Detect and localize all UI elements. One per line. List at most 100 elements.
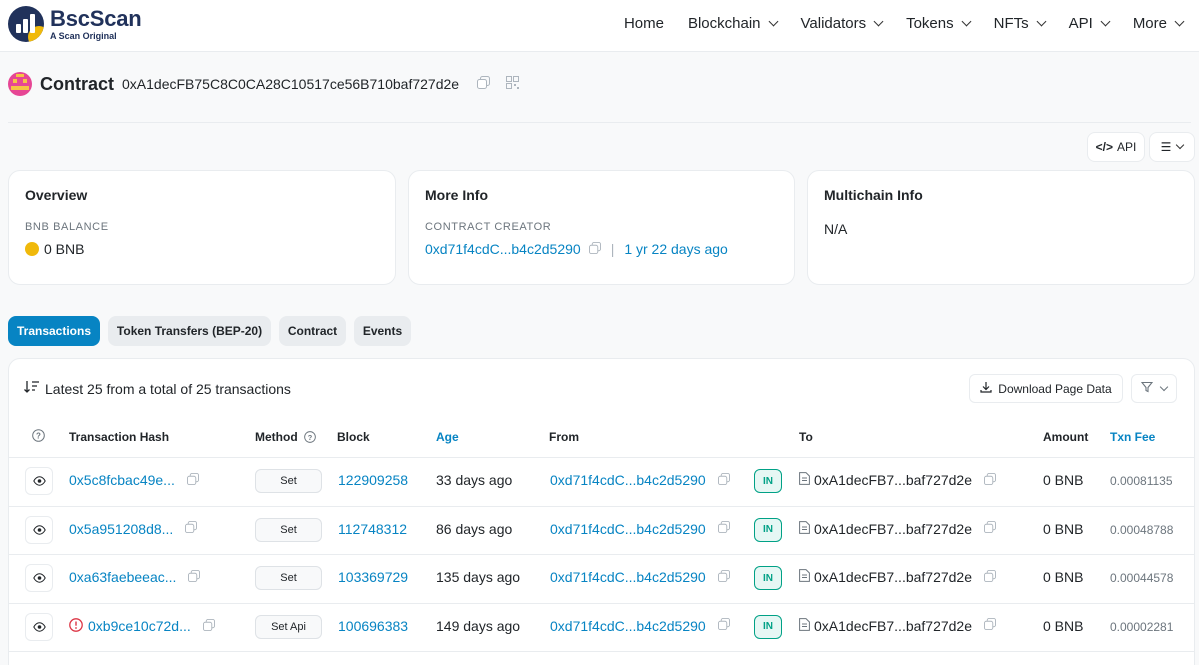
copy-icon[interactable] — [717, 472, 730, 488]
nav-api[interactable]: API — [1069, 15, 1111, 32]
to-address[interactable]: 0xA1decFB7...baf727d2e — [814, 521, 972, 537]
col-amount: Amount — [1043, 430, 1089, 444]
tx-preview-button[interactable] — [25, 515, 53, 544]
tx-hash-link[interactable]: 0x5a951208d8... — [69, 521, 173, 537]
copy-icon[interactable] — [717, 521, 730, 536]
filter-button[interactable] — [1131, 374, 1177, 403]
error-icon — [69, 617, 83, 635]
nav-tokens[interactable]: Tokens — [906, 14, 972, 32]
info-icon[interactable]: ? — [304, 431, 316, 443]
method-badge: Set — [255, 469, 322, 493]
nav-validators[interactable]: Validators — [801, 15, 884, 32]
nav-tokens-label: Tokens — [906, 14, 954, 32]
balance-value: 0 BNB — [44, 241, 85, 257]
multichain-card: Multichain Info N/A — [807, 170, 1195, 285]
options-menu-button[interactable]: ☰ — [1149, 132, 1195, 162]
svg-text:?: ? — [308, 433, 313, 442]
contract-address: 0xA1decFB75C8C0CA28C10517ce56B710baf727d… — [122, 76, 460, 92]
divider — [8, 122, 1191, 123]
block-link[interactable]: 103369729 — [338, 569, 408, 585]
col-method: Method ? — [255, 430, 316, 444]
eye-icon — [32, 573, 46, 583]
balance-row: 0 BNB — [25, 241, 379, 257]
divider — [9, 651, 1194, 652]
copy-icon[interactable] — [185, 521, 198, 536]
from-address-link[interactable]: 0xd71f4cdC...b4c2d5290 — [550, 618, 706, 634]
bscscan-logo[interactable]: BscScan A Scan Original — [8, 6, 142, 42]
nav-blockchain-label: Blockchain — [687, 14, 761, 32]
copy-icon[interactable] — [477, 76, 491, 92]
block-link[interactable]: 100696383 — [338, 618, 408, 634]
tx-preview-button[interactable] — [25, 564, 53, 592]
to-address[interactable]: 0xA1decFB7...baf727d2e — [814, 472, 972, 488]
age-text: 149 days ago — [436, 617, 521, 634]
tab-transactions[interactable]: Transactions — [8, 316, 100, 346]
from-cell: 0xd71f4cdC...b4c2d5290 — [550, 521, 730, 537]
nav-more[interactable]: More — [1132, 14, 1185, 32]
copy-icon[interactable] — [588, 241, 601, 257]
copy-icon[interactable] — [984, 472, 997, 488]
brand-name: BscScan — [50, 5, 142, 31]
block-link[interactable]: 112748312 — [338, 521, 407, 537]
amount-text: 0 BNB — [1043, 569, 1084, 585]
col-txn-fee[interactable]: Txn Fee — [1110, 430, 1155, 444]
col-age[interactable]: Age — [436, 430, 459, 444]
copy-icon[interactable] — [202, 618, 215, 634]
block-link[interactable]: 122909258 — [338, 472, 408, 488]
sort-icon[interactable] — [24, 380, 40, 397]
age-text: 86 days ago — [436, 520, 513, 537]
qr-code-icon[interactable] — [506, 76, 520, 92]
more-info-card: More Info CONTRACT CREATOR 0xd71f4cdC...… — [408, 170, 795, 285]
contract-avatar-icon — [8, 72, 32, 96]
brand-tagline: A Scan Original — [50, 30, 117, 41]
overview-card: Overview BNB BALANCE 0 BNB — [8, 170, 396, 285]
from-address-link[interactable]: 0xd71f4cdC...b4c2d5290 — [550, 569, 706, 585]
tx-preview-button[interactable] — [25, 467, 53, 495]
to-cell: 0xA1decFB7...baf727d2e — [799, 521, 997, 537]
tab-events[interactable]: Events — [354, 316, 411, 346]
copy-icon[interactable] — [186, 472, 199, 488]
tx-hash-cell: 0x5c8fcbac49e... — [69, 472, 199, 488]
help-icon[interactable]: ? — [32, 429, 45, 445]
nav-home[interactable]: Home — [624, 15, 664, 32]
creator-address-link[interactable]: 0xd71f4cdC...b4c2d5290 — [425, 241, 581, 257]
logo-icon — [8, 6, 44, 42]
amount-text: 0 BNB — [1043, 520, 1084, 537]
tx-hash-cell: 0xa63faebeeac... — [69, 569, 201, 585]
copy-icon[interactable] — [984, 618, 997, 633]
nav-blockchain[interactable]: Blockchain — [687, 14, 778, 32]
creator-label: CONTRACT CREATOR — [425, 221, 552, 233]
to-address[interactable]: 0xA1decFB7...baf727d2e — [814, 569, 972, 585]
nav-more-label: More — [1132, 14, 1167, 32]
chevron-down-icon — [768, 16, 778, 26]
page-title: Contract — [40, 73, 115, 94]
tx-preview-button[interactable] — [25, 612, 53, 641]
copy-icon[interactable] — [188, 569, 201, 585]
eye-icon — [32, 621, 46, 632]
nav-nfts[interactable]: NFTs — [994, 15, 1047, 32]
from-address-link[interactable]: 0xd71f4cdC...b4c2d5290 — [550, 521, 706, 537]
creator-age-link[interactable]: 1 yr 22 days ago — [624, 241, 728, 257]
tab-token-transfers[interactable]: Token Transfers (BEP-20) — [108, 316, 271, 346]
direction-badge: IN — [754, 566, 782, 590]
amount-text: 0 BNB — [1043, 617, 1084, 634]
from-address-link[interactable]: 0xd71f4cdC...b4c2d5290 — [550, 472, 706, 488]
copy-icon[interactable] — [717, 618, 730, 633]
tx-hash-cell: 0x5a951208d8... — [69, 521, 198, 537]
copy-icon[interactable] — [984, 569, 997, 585]
api-button[interactable]: </> API — [1087, 132, 1145, 162]
to-address[interactable]: 0xA1decFB7...baf727d2e — [814, 618, 972, 634]
divider — [9, 602, 1194, 604]
tx-hash-link[interactable]: 0xa63faebeeac... — [69, 569, 176, 585]
copy-icon[interactable] — [984, 521, 997, 536]
method-badge: Set — [255, 517, 322, 542]
download-page-data-button[interactable]: Download Page Data — [969, 374, 1123, 403]
tab-contract[interactable]: Contract — [279, 316, 346, 346]
chevron-down-icon — [1036, 16, 1047, 26]
multichain-title: Multichain Info — [824, 187, 923, 203]
chevron-down-icon — [873, 16, 884, 26]
tx-hash-link[interactable]: 0xb9ce10c72d... — [88, 618, 191, 634]
tx-hash-cell: 0xb9ce10c72d... — [69, 617, 215, 635]
tx-hash-link[interactable]: 0x5c8fcbac49e... — [69, 472, 175, 488]
copy-icon[interactable] — [717, 569, 730, 585]
